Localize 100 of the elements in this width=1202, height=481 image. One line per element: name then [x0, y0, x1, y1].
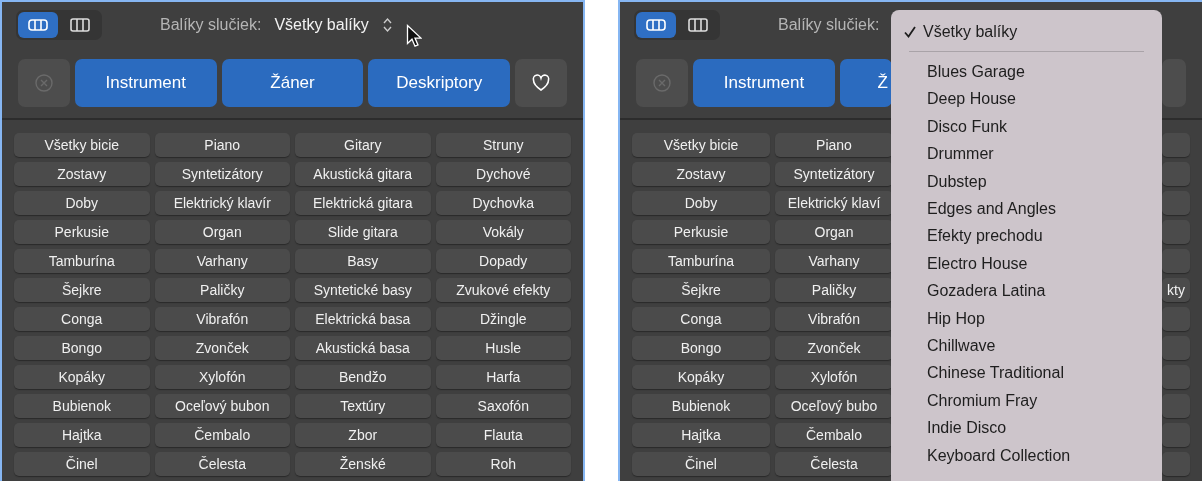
menu-item[interactable]: Edges and Angles	[891, 195, 1162, 223]
view-button[interactable]	[636, 12, 676, 38]
filter-tag[interactable]: Husle	[435, 336, 571, 360]
filter-tag[interactable]: Čelesta	[154, 452, 290, 476]
filter-tag[interactable]: Dychové	[435, 162, 571, 186]
filter-tag[interactable]: Kopáky	[632, 365, 770, 389]
filter-tag[interactable]: Činel	[14, 452, 150, 476]
filter-tag[interactable]: Čelesta	[775, 452, 893, 476]
filter-tag[interactable]: Hajtka	[632, 423, 770, 447]
menu-item[interactable]: Gozadera Latina	[891, 277, 1162, 305]
filter-tag[interactable]: Varhany	[775, 249, 893, 273]
filter-tag[interactable]: Organ	[775, 220, 893, 244]
filter-tag[interactable]: Čembalo	[775, 423, 893, 447]
filter-tag[interactable]	[1162, 249, 1190, 273]
filter-tag[interactable]: Bongo	[14, 336, 150, 360]
filter-tag[interactable]: Saxofón	[435, 394, 571, 418]
filter-tag[interactable]: Xylofón	[775, 365, 893, 389]
filter-tag[interactable]: Harfa	[435, 365, 571, 389]
category-button[interactable]: Instrument	[693, 59, 835, 107]
menu-item[interactable]: Deep House	[891, 85, 1162, 114]
filter-tag[interactable]: Dychovka	[435, 191, 571, 215]
filter-tag[interactable]: Zvukové efekty	[435, 278, 571, 302]
filter-tag[interactable]: Conga	[14, 307, 150, 331]
filter-tag[interactable]: Doby	[14, 191, 150, 215]
filter-tag[interactable]: Šejkre	[632, 278, 770, 302]
menu-item[interactable]: Keyboard Collection	[891, 441, 1162, 470]
filter-tag[interactable]: Všetky bicie	[632, 133, 770, 157]
filter-tag[interactable]: Perkusie	[632, 220, 770, 244]
filter-tag[interactable]: Zostavy	[14, 162, 150, 186]
filter-tag[interactable]: Bongo	[632, 336, 770, 360]
menu-item[interactable]: Chillwave	[891, 332, 1162, 360]
filter-tag[interactable]: Zostavy	[632, 162, 770, 186]
filter-tag[interactable]: Organ	[154, 220, 290, 244]
filter-tag[interactable]: Elektrický klaví	[775, 191, 893, 215]
filter-tag[interactable]: Roh	[435, 452, 571, 476]
menu-item[interactable]: Dubstep	[891, 167, 1162, 196]
filter-tag[interactable]: Čembalo	[154, 423, 290, 447]
filter-tag[interactable]	[1162, 191, 1190, 215]
filter-tag[interactable]: Šejkre	[14, 278, 150, 302]
menu-item[interactable]: Drummer	[891, 140, 1162, 168]
filter-tag[interactable]: Paličky	[154, 278, 290, 302]
filter-tag[interactable]: Flauta	[435, 423, 571, 447]
filter-tag[interactable]	[1162, 133, 1190, 157]
filter-tag[interactable]	[1162, 423, 1190, 447]
filter-tag[interactable]	[1162, 365, 1190, 389]
filter-tag[interactable]: Doby	[632, 191, 770, 215]
menu-item[interactable]: Hip Hop	[891, 304, 1162, 333]
filter-tag[interactable]: Oceľový bubo	[775, 394, 893, 418]
filter-tag[interactable]: Textúry	[295, 394, 431, 418]
menu-item[interactable]: Chinese Traditional	[891, 359, 1162, 388]
menu-item[interactable]: Všetky balíky	[891, 18, 1162, 46]
filter-tag[interactable]: Conga	[632, 307, 770, 331]
filter-tag[interactable]: Paličky	[775, 278, 893, 302]
filter-tag[interactable]: Piano	[775, 133, 893, 157]
filter-tag[interactable]: Vokály	[435, 220, 571, 244]
filter-tag[interactable]: Akustická gitara	[295, 162, 431, 186]
filter-tag[interactable]: Bubienok	[632, 394, 770, 418]
category-button[interactable]: Instrument	[74, 59, 217, 107]
filter-tag[interactable]: Syntetizátory	[775, 162, 893, 186]
filter-tag[interactable]: Zbor	[295, 423, 431, 447]
filter-tag[interactable]: Syntetizátory	[154, 162, 290, 186]
filter-tag[interactable]: Ženské	[295, 452, 431, 476]
filter-tag[interactable]: Varhany	[154, 249, 290, 273]
favorite-button[interactable]	[515, 59, 567, 107]
menu-item[interactable]: Efekty prechodu	[891, 222, 1162, 251]
view-button[interactable]	[18, 12, 58, 38]
loops-selector[interactable]: Všetky balíky	[274, 16, 369, 34]
filter-tag[interactable]	[1162, 394, 1190, 418]
menu-item[interactable]: Electro House	[891, 250, 1162, 278]
filter-tag[interactable]: Elektrická basa	[295, 307, 431, 331]
filter-tag[interactable]: Gitary	[295, 133, 431, 157]
menu-item[interactable]: Blues Garage	[891, 58, 1162, 86]
filter-tag[interactable]: Tamburína	[632, 249, 770, 273]
filter-tag[interactable]	[1162, 307, 1190, 331]
category-button[interactable]: Ž	[840, 59, 892, 107]
filter-tag[interactable]: Zvonček	[154, 336, 290, 360]
menu-item[interactable]: Disco Funk	[891, 113, 1162, 141]
filter-tag[interactable]	[1162, 452, 1190, 476]
filter-tag[interactable]: Oceľový bubon	[154, 394, 290, 418]
menu-item[interactable]: Chromium Fray	[891, 387, 1162, 415]
filter-tag[interactable]	[1162, 220, 1190, 244]
filter-tag[interactable]: Všetky bicie	[14, 133, 150, 157]
category-button[interactable]: Deskriptory	[368, 59, 511, 107]
filter-tag[interactable]: Činel	[632, 452, 770, 476]
filter-tag[interactable]: Elektrický klavír	[154, 191, 290, 215]
filter-tag[interactable]: Basy	[295, 249, 431, 273]
filter-tag[interactable]: Struny	[435, 133, 571, 157]
filter-tag[interactable]: Vibrafón	[154, 307, 290, 331]
filter-tag[interactable]: kty	[1162, 278, 1190, 302]
filter-tag[interactable]: Vibrafón	[775, 307, 893, 331]
filter-tag[interactable]: Xylofón	[154, 365, 290, 389]
filter-tag[interactable]: Dopady	[435, 249, 571, 273]
filter-tag[interactable]: Zvonček	[775, 336, 893, 360]
filter-tag[interactable]: Syntetické basy	[295, 278, 431, 302]
filter-tag[interactable]: Bubienok	[14, 394, 150, 418]
filter-tag[interactable]: Akustická basa	[295, 336, 431, 360]
filter-tag[interactable]: Hajtka	[14, 423, 150, 447]
filter-tag[interactable]	[1162, 162, 1190, 186]
filter-tag[interactable]: Tamburína	[14, 249, 150, 273]
filter-tag[interactable]	[1162, 336, 1190, 360]
